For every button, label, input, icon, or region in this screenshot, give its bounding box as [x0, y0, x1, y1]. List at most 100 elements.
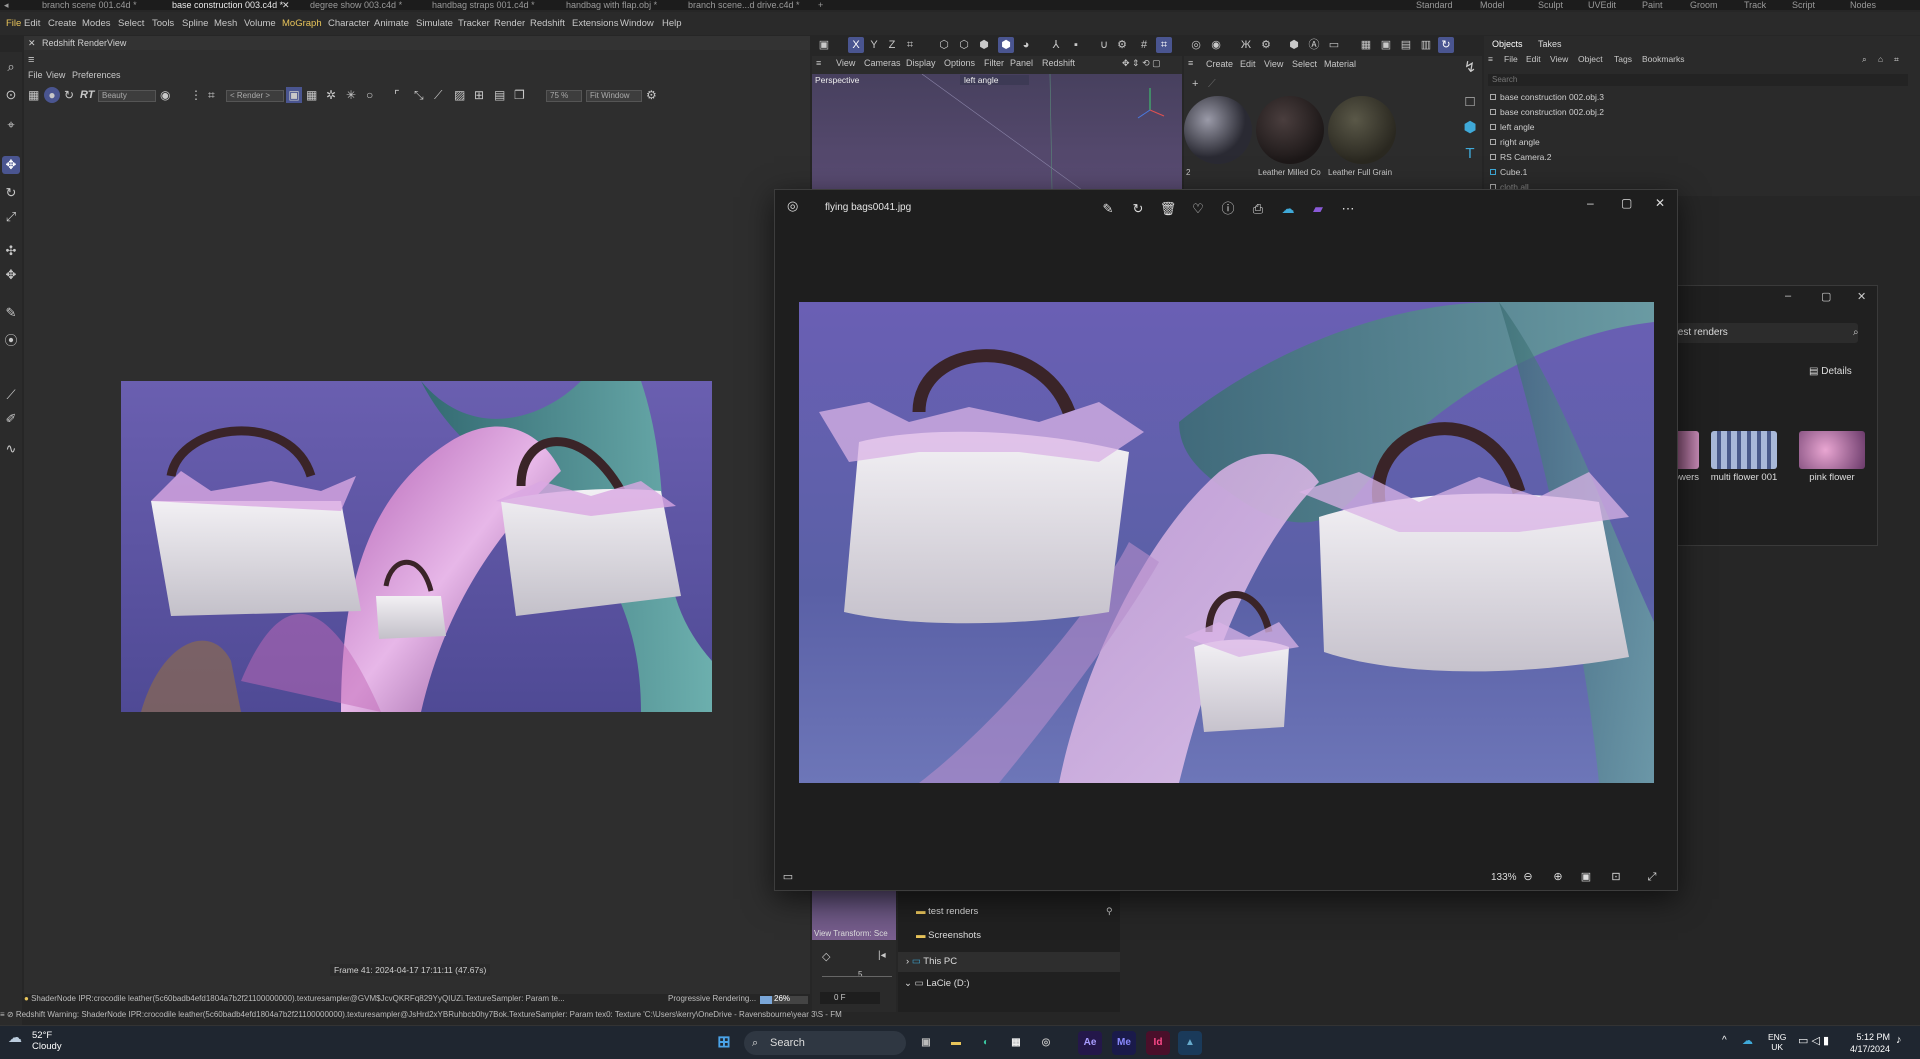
- snowflake2-icon[interactable]: ✳: [346, 87, 356, 103]
- tweak-icon[interactable]: ▪: [1068, 37, 1084, 53]
- onedrive-icon[interactable]: ☁: [1742, 1034, 1753, 1047]
- gear-icon[interactable]: ⚙: [1258, 37, 1274, 53]
- copy-icon[interactable]: ❐: [514, 87, 525, 103]
- search-icon[interactable]: ⌕: [2, 58, 20, 76]
- axis-z-icon[interactable]: Z: [884, 37, 900, 53]
- text-icon[interactable]: T: [1460, 144, 1480, 164]
- hamburger-icon[interactable]: ≡: [816, 58, 821, 68]
- text-tool-icon[interactable]: Ⓐ: [1306, 37, 1322, 53]
- square-icon[interactable]: □: [1460, 92, 1480, 112]
- mat-menu-view[interactable]: View: [1264, 59, 1283, 69]
- obj-menu-bookmarks[interactable]: Bookmarks: [1642, 54, 1685, 64]
- keyframe-icon[interactable]: ◇: [822, 950, 830, 963]
- layout-sculpt[interactable]: Sculpt: [1538, 0, 1563, 10]
- crop-icon[interactable]: ⌗: [208, 87, 215, 103]
- objects-search-input[interactable]: Search: [1488, 74, 1908, 86]
- render-region-icon[interactable]: ▣: [816, 37, 832, 53]
- focus-icon[interactable]: ⌜: [394, 87, 400, 103]
- media-encoder-icon[interactable]: Me: [1112, 1031, 1136, 1055]
- tab-base-construction[interactable]: base construction 003.c4d *: [172, 0, 283, 10]
- tab-branch-scene[interactable]: branch scene 001.c4d *: [42, 0, 137, 10]
- tab-takes[interactable]: Takes: [1538, 39, 1562, 49]
- menu-mesh[interactable]: Mesh: [214, 18, 237, 29]
- brush-icon[interactable]: ⟋: [434, 87, 442, 103]
- pen-tool-icon[interactable]: ↯: [1460, 58, 1480, 78]
- render-view-icon[interactable]: ▣: [1378, 37, 1394, 53]
- mat-menu-create[interactable]: Create: [1206, 59, 1233, 69]
- transform-icon[interactable]: ✣: [2, 242, 20, 260]
- layout-paint[interactable]: Paint: [1642, 0, 1663, 10]
- menu-render[interactable]: Render: [494, 18, 525, 29]
- move-tool-icon[interactable]: ✥: [2, 156, 20, 174]
- clapper-icon[interactable]: ▦: [28, 87, 39, 103]
- menu-character[interactable]: Character: [328, 18, 370, 29]
- paint-icon[interactable]: ⦿: [2, 332, 20, 350]
- add-snapshot-icon[interactable]: ⊞: [474, 87, 484, 103]
- fullscreen-icon[interactable]: ⤢: [1643, 868, 1661, 886]
- nav-item-test-renders[interactable]: ▬ test renders: [916, 906, 978, 917]
- network-volume-icons[interactable]: ▭ ◁ ▮: [1798, 1034, 1829, 1047]
- grid-icon[interactable]: ⋮: [190, 87, 202, 103]
- layout-nodes[interactable]: Nodes: [1850, 0, 1876, 10]
- redshift-icon[interactable]: ↻: [1438, 37, 1454, 53]
- weather-widget[interactable]: ☁ 52°F Cloudy: [8, 1030, 62, 1052]
- menu-create[interactable]: Create: [48, 18, 77, 29]
- clock[interactable]: 5:12 PM 4/17/2024: [1850, 1031, 1890, 1055]
- obj-menu-edit[interactable]: Edit: [1526, 54, 1541, 64]
- mat-menu-material[interactable]: Material: [1324, 59, 1356, 69]
- cinema4d-icon[interactable]: ◎: [1034, 1031, 1058, 1055]
- thumb-pink-flower[interactable]: [1799, 431, 1865, 469]
- zoom-out-icon[interactable]: ⊖: [1519, 868, 1537, 886]
- file-explorer-icon[interactable]: ▬: [944, 1031, 968, 1055]
- butterfly-icon[interactable]: Ж: [1238, 37, 1254, 53]
- chevron-up-icon[interactable]: ^: [1722, 1035, 1727, 1046]
- tiles-icon[interactable]: ▦: [306, 87, 317, 103]
- filter-icon[interactable]: ⌗: [1894, 54, 1899, 65]
- close-icon[interactable]: ✕: [28, 36, 36, 50]
- vp-menu-view[interactable]: View: [836, 58, 855, 68]
- menu-animate[interactable]: Animate: [374, 18, 409, 29]
- axis-x-icon[interactable]: X: [848, 37, 864, 53]
- rv-menu-file[interactable]: File: [28, 70, 43, 80]
- menu-modes[interactable]: Modes: [82, 18, 111, 29]
- zoom-in-icon[interactable]: ⊕: [1549, 868, 1567, 886]
- mat-menu-edit[interactable]: Edit: [1240, 59, 1256, 69]
- object-row[interactable]: base construction 002.obj.3: [1486, 90, 1906, 104]
- photos-app-icon[interactable]: ▲: [1178, 1031, 1202, 1055]
- layout-script[interactable]: Script: [1792, 0, 1815, 10]
- menu-mograph[interactable]: MoGraph: [282, 18, 322, 29]
- layout-track[interactable]: Track: [1744, 0, 1766, 10]
- notification-bell-icon[interactable]: ♪: [1896, 1034, 1902, 1046]
- scale-tool-icon[interactable]: ⤢: [2, 208, 20, 226]
- cube-icon[interactable]: ⬢: [1460, 118, 1480, 138]
- indesign-icon[interactable]: Id: [1146, 1031, 1170, 1055]
- material-thumb-3[interactable]: [1328, 96, 1396, 164]
- menu-window[interactable]: Window: [620, 18, 654, 29]
- menu-tools[interactable]: Tools: [152, 18, 174, 29]
- circle-icon[interactable]: ○: [366, 87, 373, 103]
- frame-field[interactable]: 0 F: [820, 992, 880, 1004]
- lock-icon[interactable]: ▣: [286, 87, 302, 103]
- render-frame-icon[interactable]: ▦: [1358, 37, 1374, 53]
- edges-mode-icon[interactable]: ⬡: [956, 37, 972, 53]
- layout-uvedit[interactable]: UVEdit: [1588, 0, 1616, 10]
- tab-icon[interactable]: ◂: [4, 0, 9, 10]
- tab-objects[interactable]: Objects: [1492, 39, 1523, 49]
- obj-menu-view[interactable]: View: [1550, 54, 1568, 64]
- search-icon[interactable]: ⌕: [1853, 327, 1859, 338]
- language-indicator[interactable]: ENG UK: [1768, 1032, 1786, 1052]
- menu-help[interactable]: Help: [662, 18, 682, 29]
- refresh-icon[interactable]: ↻: [64, 87, 74, 103]
- nav-item-this-pc[interactable]: › ▭ This PC: [898, 952, 1120, 972]
- obj-menu-object[interactable]: Object: [1578, 54, 1603, 64]
- edge-icon[interactable]: ◐: [974, 1031, 998, 1055]
- axis-mode-icon[interactable]: ⅄: [1048, 37, 1064, 53]
- fit-select[interactable]: Fit Window: [586, 90, 642, 102]
- rt-icon[interactable]: RT: [80, 87, 94, 103]
- fit-window-icon[interactable]: ▣: [1577, 868, 1595, 886]
- object-row[interactable]: Cube.1: [1486, 165, 1906, 179]
- mat-menu-select[interactable]: Select: [1292, 59, 1317, 69]
- menu-simulate[interactable]: Simulate: [416, 18, 453, 29]
- vp-menu-options[interactable]: Options: [944, 58, 975, 68]
- menu-select[interactable]: Select: [118, 18, 144, 29]
